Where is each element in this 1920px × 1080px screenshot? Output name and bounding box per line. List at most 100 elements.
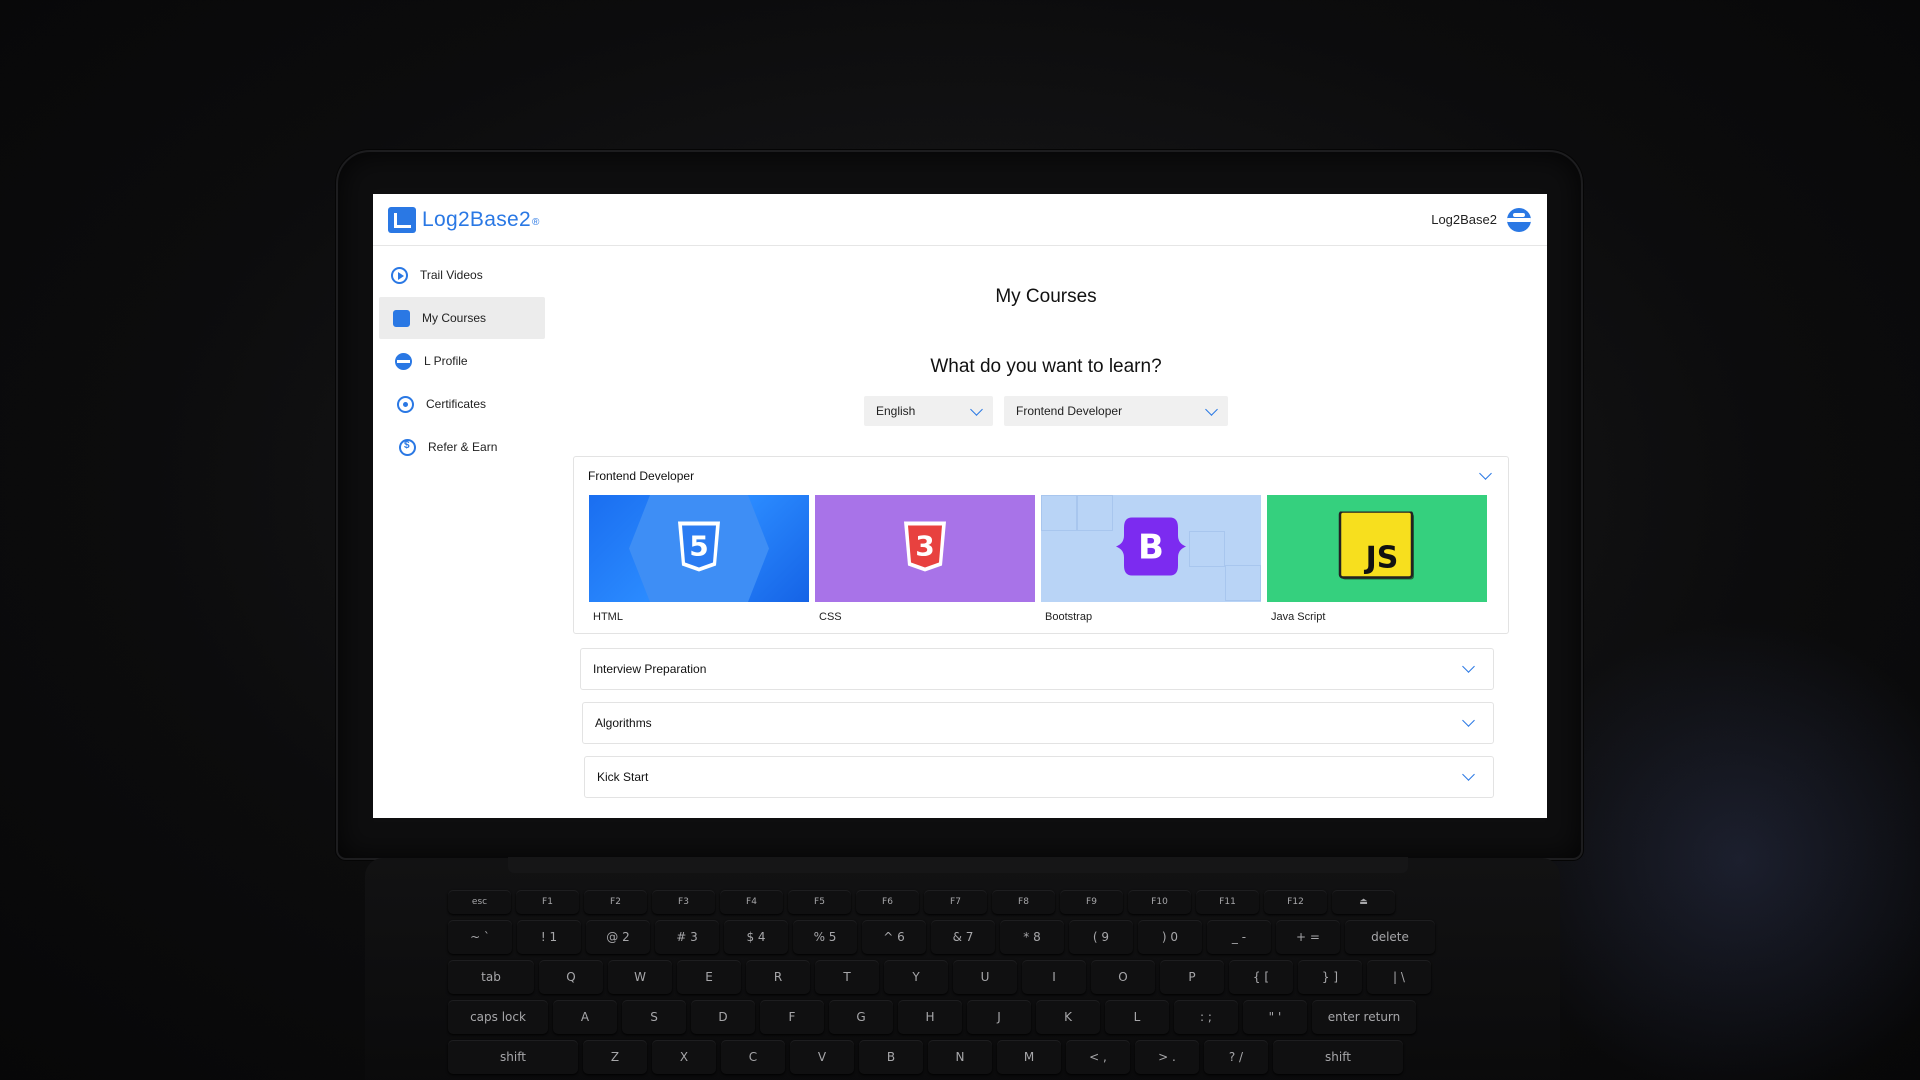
key: F7 [924, 890, 987, 914]
key: P [1160, 960, 1224, 994]
key: F12 [1264, 890, 1327, 914]
course-cards: 5 HTML 3 CSS B Bootstrap JS Java Script [574, 495, 1508, 623]
key: D [691, 1000, 755, 1034]
section-algorithms[interactable]: Algorithms [582, 702, 1494, 744]
section-title: Algorithms [595, 716, 652, 730]
key: enter return [1312, 1000, 1416, 1034]
keyboard-z-row: shift Z X C V B N M < , > .? / shift [448, 1040, 1403, 1074]
avatar-icon[interactable] [1507, 207, 1531, 232]
key: M [997, 1040, 1061, 1074]
play-circle-icon [391, 266, 408, 284]
section-title: Frontend Developer [588, 469, 695, 483]
chevron-down-icon [970, 403, 983, 416]
top-bar: Log2Base2 ® Log2Base2 [373, 194, 1547, 246]
key: O [1091, 960, 1155, 994]
key: ⏏ [1332, 890, 1395, 914]
key: ) 0 [1138, 920, 1202, 954]
main-content: My Courses What do you want to learn? En… [545, 246, 1547, 818]
sidebar-item-certificates[interactable]: Certificates [379, 383, 545, 425]
course-card-bootstrap[interactable]: B Bootstrap [1041, 495, 1261, 623]
user-menu[interactable]: Log2Base2 [1431, 207, 1531, 232]
key: tab [448, 960, 534, 994]
logo[interactable]: Log2Base2 ® [388, 206, 539, 233]
key: F11 [1196, 890, 1259, 914]
learn-question: What do you want to learn? [930, 356, 1162, 377]
key: F1 [516, 890, 579, 914]
key: S [622, 1000, 686, 1034]
key: Z [583, 1040, 647, 1074]
logo-icon [388, 206, 416, 233]
javascript-badge-text: JS [1364, 540, 1399, 575]
key: N [928, 1040, 992, 1074]
key: shift [1273, 1040, 1403, 1074]
sidebar-item-label: Certificates [426, 397, 487, 411]
key: { [ [1229, 960, 1293, 994]
key: K [1036, 1000, 1100, 1034]
laptop-screen: Log2Base2 ® Log2Base2 Trail Videos My Co… [373, 194, 1547, 818]
courses-icon [393, 309, 410, 327]
course-card-html[interactable]: 5 HTML [589, 495, 809, 623]
key: > . [1135, 1040, 1199, 1074]
user-name: Log2Base2 [1431, 212, 1497, 227]
language-select-value: English [876, 404, 916, 418]
key: ! 1 [517, 920, 581, 954]
grid-cell [1041, 495, 1077, 531]
key: F [760, 1000, 824, 1034]
sidebar-item-label: L Profile [424, 354, 468, 368]
dollar-icon [399, 438, 416, 456]
profile-icon [395, 352, 412, 370]
html5-icon: 5 [670, 517, 728, 580]
sidebar-item-profile[interactable]: L Profile [379, 340, 545, 382]
grid-cell [1189, 531, 1225, 567]
key: & 7 [931, 920, 995, 954]
key: ~ ` [448, 920, 512, 954]
page-title: My Courses [995, 286, 1097, 307]
sidebar-item-label: Refer & Earn [428, 440, 498, 454]
key: * 8 [1000, 920, 1064, 954]
frontend-developer-section: Frontend Developer 5 HTML 3 CSS B Bootst… [573, 456, 1509, 634]
keyboard-number-row: ~ `! 1 @ 2 # 3 $ 4% 5 ^ 6 & 7 * 8( 9) 0 _ - + = d… [448, 920, 1435, 954]
key: caps lock [448, 1000, 548, 1034]
section-title: Kick Start [597, 770, 649, 784]
key: J [967, 1000, 1031, 1034]
key: X [652, 1040, 716, 1074]
sidebar-item-trail-videos[interactable]: Trail Videos [379, 254, 545, 296]
sidebar-item-label: Trail Videos [420, 268, 483, 282]
key: T [815, 960, 879, 994]
css-thumbnail: 3 [815, 495, 1035, 602]
key: Q [539, 960, 603, 994]
chevron-down-icon[interactable] [1462, 768, 1475, 781]
track-select-value: Frontend Developer [1016, 404, 1123, 418]
track-select[interactable]: Frontend Developer [1004, 396, 1228, 426]
sidebar-item-label: My Courses [422, 311, 487, 325]
section-kick-start[interactable]: Kick Start [584, 756, 1494, 798]
key: F2 [584, 890, 647, 914]
section-title: Interview Preparation [593, 662, 707, 676]
chevron-down-icon[interactable] [1479, 467, 1492, 480]
key: R [746, 960, 810, 994]
sidebar-item-refer-earn[interactable]: Refer & Earn [379, 426, 545, 468]
keyboard-fn-row: esc F1 F2 F3 F4 F5 F6 F7 F8 F9 F10 F11 F12 ⏏ [448, 890, 1395, 914]
certificate-icon [397, 395, 414, 413]
key: F5 [788, 890, 851, 914]
course-label: CSS [819, 611, 842, 623]
course-card-css[interactable]: 3 CSS [815, 495, 1035, 623]
course-card-javascript[interactable]: JS Java Script [1267, 495, 1487, 623]
filters: English Frontend Developer [545, 396, 1547, 426]
language-select[interactable]: English [864, 396, 993, 426]
javascript-icon: JS [1338, 509, 1416, 586]
keyboard: esc F1 F2 F3 F4 F5 F6 F7 F8 F9 F10 F11 F12 ⏏ ~ `! 1 @ … [448, 890, 1478, 1080]
grid-cell [1077, 495, 1113, 531]
chevron-down-icon[interactable] [1462, 714, 1475, 727]
sidebar-item-my-courses[interactable]: My Courses [379, 297, 545, 339]
key: L [1105, 1000, 1169, 1034]
key: V [790, 1040, 854, 1074]
key: U [953, 960, 1017, 994]
keyboard-a-row: caps lock A S D F G H J K L: ; " ' enter return [448, 1000, 1416, 1034]
html-thumbnail: 5 [589, 495, 809, 602]
section-header[interactable]: Frontend Developer [574, 457, 1508, 495]
chevron-down-icon[interactable] [1462, 660, 1475, 673]
section-interview-preparation[interactable]: Interview Preparation [580, 648, 1494, 690]
key: W [608, 960, 672, 994]
key: } ] [1298, 960, 1362, 994]
